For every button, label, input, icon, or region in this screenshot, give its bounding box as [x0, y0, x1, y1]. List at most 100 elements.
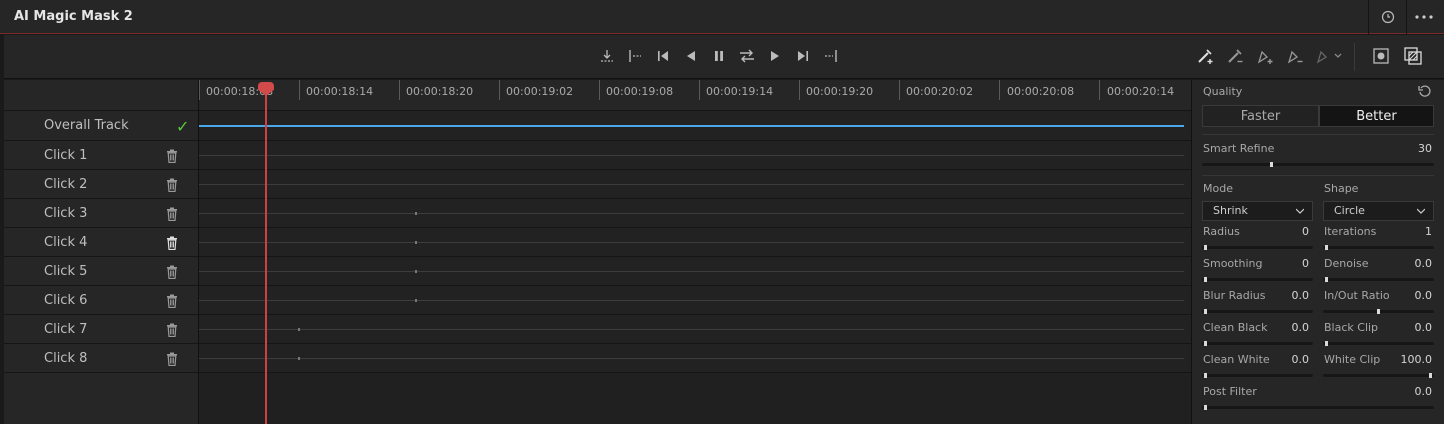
- track-row-click-2[interactable]: Click 2: [4, 170, 198, 199]
- white-clip-slider[interactable]: [1323, 373, 1434, 378]
- slider-knob[interactable]: [1325, 277, 1328, 282]
- keyframe-marker[interactable]: [415, 241, 417, 244]
- click-lane[interactable]: [199, 141, 1192, 170]
- smart-refine-slider[interactable]: [1202, 162, 1434, 167]
- timecode-label: 00:00:20:08: [1007, 85, 1075, 98]
- keyframe-marker[interactable]: [415, 212, 417, 215]
- iterations-slider[interactable]: [1323, 245, 1434, 250]
- track-row-click-4[interactable]: Click 4: [4, 228, 198, 257]
- clean-black-value[interactable]: 0.0: [1272, 321, 1310, 334]
- radius-value[interactable]: 0: [1272, 225, 1309, 238]
- quality-faster-button[interactable]: Faster: [1202, 105, 1319, 127]
- track-row-click-6[interactable]: Click 6: [4, 286, 198, 315]
- clean-black-label: Clean Black: [1203, 321, 1268, 334]
- slider-knob[interactable]: [1204, 373, 1207, 378]
- in-out-ratio-value[interactable]: 0.0: [1392, 289, 1433, 302]
- overall-track-lane[interactable]: [199, 111, 1192, 141]
- trash-icon[interactable]: [166, 207, 178, 221]
- trash-icon[interactable]: [166, 265, 178, 279]
- blur-radius-slider[interactable]: [1202, 309, 1313, 314]
- click-lane[interactable]: [199, 199, 1192, 228]
- click-lane[interactable]: [199, 286, 1192, 315]
- trash-icon[interactable]: [166, 323, 178, 337]
- slider-knob[interactable]: [1270, 162, 1273, 167]
- click-lane[interactable]: [199, 257, 1192, 286]
- slider-knob[interactable]: [1204, 405, 1207, 410]
- track-to-end-icon[interactable]: [820, 45, 842, 67]
- slider-knob[interactable]: [1325, 245, 1328, 250]
- brush-dropdown-icon[interactable]: [1314, 45, 1344, 67]
- clean-white-slider[interactable]: [1202, 373, 1313, 378]
- track-reverse-icon[interactable]: [680, 45, 702, 67]
- radius-label: Radius: [1203, 225, 1240, 238]
- keyframe-marker[interactable]: [415, 270, 417, 273]
- timecode-ruler[interactable]: 00:00:18:08 00:00:18:14 00:00:18:20 00:0…: [199, 80, 1192, 111]
- track-from-start-icon[interactable]: [624, 45, 646, 67]
- lane-line: [199, 184, 1184, 185]
- track-forward-icon[interactable]: [764, 45, 786, 67]
- trash-icon[interactable]: [166, 149, 178, 163]
- keyframe-marker[interactable]: [298, 328, 300, 331]
- blur-radius-value[interactable]: 0.0: [1272, 289, 1310, 302]
- mode-dropdown[interactable]: Shrink: [1202, 201, 1313, 221]
- trash-icon[interactable]: [166, 294, 178, 308]
- track-label: Click 2: [44, 177, 88, 192]
- smoothing-slider[interactable]: [1202, 277, 1313, 282]
- click-lane[interactable]: [199, 228, 1192, 257]
- slider-knob[interactable]: [1204, 245, 1207, 250]
- add-stroke-icon[interactable]: [1194, 45, 1216, 67]
- track-to-here-icon[interactable]: [596, 45, 618, 67]
- quality-better-button[interactable]: Better: [1319, 105, 1434, 127]
- post-filter-slider[interactable]: [1202, 405, 1434, 410]
- click-lane[interactable]: [199, 344, 1192, 373]
- clean-white-value[interactable]: 0.0: [1272, 353, 1310, 366]
- slider-knob[interactable]: [1204, 309, 1207, 314]
- black-clip-value[interactable]: 0.0: [1392, 321, 1433, 334]
- track-row-click-3[interactable]: Click 3: [4, 199, 198, 228]
- denoise-value[interactable]: 0.0: [1392, 257, 1433, 270]
- trash-icon[interactable]: [166, 236, 178, 250]
- ruler-tick: [799, 80, 800, 100]
- reset-history-icon[interactable]: [1376, 6, 1400, 28]
- track-row-click-1[interactable]: Click 1: [4, 141, 198, 170]
- keyframe-marker[interactable]: [415, 299, 417, 302]
- track-row-click-7[interactable]: Click 7: [4, 315, 198, 344]
- slider-knob[interactable]: [1204, 341, 1207, 346]
- playhead-line[interactable]: [265, 88, 267, 424]
- go-to-last-frame-icon[interactable]: [792, 45, 814, 67]
- iterations-value[interactable]: 1: [1392, 225, 1432, 238]
- smoothing-value[interactable]: 0: [1272, 257, 1309, 270]
- white-clip-value[interactable]: 100.0: [1392, 353, 1433, 366]
- trash-icon[interactable]: [166, 178, 178, 192]
- slider-knob[interactable]: [1325, 341, 1328, 346]
- track-bidirectional-icon[interactable]: [736, 45, 758, 67]
- denoise-slider[interactable]: [1323, 277, 1434, 282]
- reset-icon[interactable]: [1418, 84, 1432, 98]
- keyframe-marker[interactable]: [298, 357, 300, 360]
- shape-dropdown[interactable]: Circle: [1323, 201, 1434, 221]
- click-lane[interactable]: [199, 315, 1192, 344]
- trash-icon[interactable]: [166, 352, 178, 366]
- radius-slider[interactable]: [1202, 245, 1313, 250]
- add-pen-icon[interactable]: [1254, 45, 1276, 67]
- track-row-click-5[interactable]: Click 5: [4, 257, 198, 286]
- mask-overlay-icon[interactable]: [1370, 45, 1392, 67]
- more-options-icon[interactable]: [1412, 6, 1436, 28]
- clean-black-slider[interactable]: [1202, 341, 1313, 346]
- subtract-stroke-icon[interactable]: [1224, 45, 1246, 67]
- tracking-timeline[interactable]: 00:00:18:08 00:00:18:14 00:00:18:20 00:0…: [198, 80, 1192, 424]
- click-lane[interactable]: [199, 170, 1192, 199]
- smart-refine-value[interactable]: 30: [1382, 142, 1432, 155]
- post-filter-value[interactable]: 0.0: [1392, 385, 1433, 398]
- track-row-overall[interactable]: Overall Track ✓: [4, 111, 198, 141]
- go-to-first-frame-icon[interactable]: [652, 45, 674, 67]
- black-clip-slider[interactable]: [1323, 341, 1434, 346]
- slider-knob[interactable]: [1377, 309, 1380, 314]
- subtract-pen-icon[interactable]: [1284, 45, 1306, 67]
- slider-knob[interactable]: [1204, 277, 1207, 282]
- track-row-click-8[interactable]: Click 8: [4, 344, 198, 373]
- slider-knob[interactable]: [1429, 373, 1432, 378]
- pause-icon[interactable]: [708, 45, 730, 67]
- show-mask-icon[interactable]: [1402, 45, 1424, 67]
- in-out-ratio-slider[interactable]: [1323, 309, 1434, 314]
